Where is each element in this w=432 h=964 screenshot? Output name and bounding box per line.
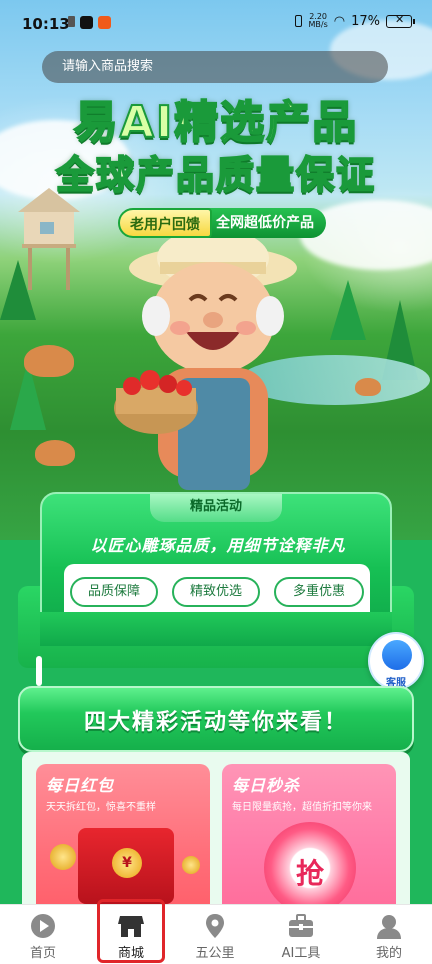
search-input[interactable]: 请输入商品搜索 xyxy=(42,51,388,83)
notification-icons xyxy=(68,16,111,29)
daily-flash-sale-card[interactable]: 每日秒杀 每日限量疯抢，超值折扣等你来 抢 xyxy=(222,764,396,912)
hero-headline-line2: 全球产品质量保证 xyxy=(55,152,376,198)
banner-left-marker xyxy=(36,656,42,686)
status-bar: 10:13 2.20 MB/s ◠ 17% ✕ xyxy=(0,0,432,44)
tiktok-icon xyxy=(80,16,93,29)
mushroom-decoration xyxy=(355,378,381,396)
hero-headline-line1: 易AI精选产品 xyxy=(73,96,359,149)
activity-tab-label: 精品活动 xyxy=(150,494,282,522)
multi-discount-pill[interactable]: 多重优惠 xyxy=(274,577,364,607)
vibrate-icon xyxy=(295,15,303,27)
red-envelope-icon: ¥ xyxy=(78,828,174,904)
toolbox-icon xyxy=(289,914,313,937)
sim-icon xyxy=(68,16,75,27)
low-price-tag: 全网超低价产品 xyxy=(208,208,326,238)
old-user-tag: 老用户回馈 xyxy=(118,208,212,238)
wifi-icon: ◠ xyxy=(333,13,346,29)
fine-selection-pill[interactable]: 精致优选 xyxy=(172,577,260,607)
alarm-clock-icon: 抢 xyxy=(264,822,356,912)
promo-title: 每日秒杀 xyxy=(232,776,301,795)
nav-label: 五公里 xyxy=(195,946,235,961)
battery-percent: 17% xyxy=(351,13,380,29)
coin-icon xyxy=(182,856,200,874)
mushroom-decoration xyxy=(35,440,75,466)
nav-ai-tools[interactable]: AI工具 xyxy=(258,905,344,964)
mushroom-decoration xyxy=(24,345,74,377)
quality-guarantee-pill[interactable]: 品质保障 xyxy=(70,577,158,607)
grandpa-mascot-image xyxy=(114,228,297,490)
activity-subtitle: 以匠心雕琢品质，用细节诠释非凡 xyxy=(90,536,346,555)
status-right: 2.20 MB/s ◠ 17% ✕ xyxy=(295,13,415,29)
status-time: 10:13 xyxy=(22,15,70,33)
activity-card-lip xyxy=(40,612,392,646)
promo-subtitle: 每日限量疯抢，超值折扣等你来 xyxy=(232,802,372,813)
nav-five-km[interactable]: 五公里 xyxy=(172,905,258,964)
play-icon xyxy=(31,914,55,938)
promo-subtitle: 天天拆红包，惊喜不重样 xyxy=(46,802,156,813)
tree-decoration xyxy=(330,280,366,340)
location-pin-icon xyxy=(206,914,224,938)
nav-profile[interactable]: 我的 xyxy=(346,905,432,964)
yuan-seal: ¥ xyxy=(112,848,142,878)
net-speed-unit: MB/s xyxy=(308,20,328,29)
customer-service-robot-icon xyxy=(382,640,412,670)
nav-label: AI工具 xyxy=(281,946,321,961)
app-notification-icon xyxy=(98,16,111,29)
nav-label: 我的 xyxy=(375,946,402,961)
bottom-nav: 首页 商城 五公里 AI工具 我的 xyxy=(0,904,432,964)
grab-badge: 抢 xyxy=(295,857,324,890)
nav-home[interactable]: 首页 xyxy=(0,905,86,964)
daily-red-packet-card[interactable]: 每日红包 天天拆红包，惊喜不重样 ¥ xyxy=(36,764,210,912)
activities-banner-text: 四大精彩活动等你来看！ xyxy=(83,710,348,735)
coin-icon xyxy=(50,844,76,870)
active-tab-highlight xyxy=(97,899,165,963)
tree-decoration xyxy=(0,260,36,320)
nav-label: 首页 xyxy=(29,946,56,961)
battery-icon: ✕ xyxy=(386,13,415,28)
promo-title: 每日红包 xyxy=(46,776,115,795)
profile-icon xyxy=(377,915,401,939)
customer-service-button[interactable]: 客服 xyxy=(368,632,424,690)
hero-tag-row: 老用户回馈 全网超低价产品 xyxy=(118,206,326,240)
net-speed: 2.20 MB/s xyxy=(308,13,327,29)
